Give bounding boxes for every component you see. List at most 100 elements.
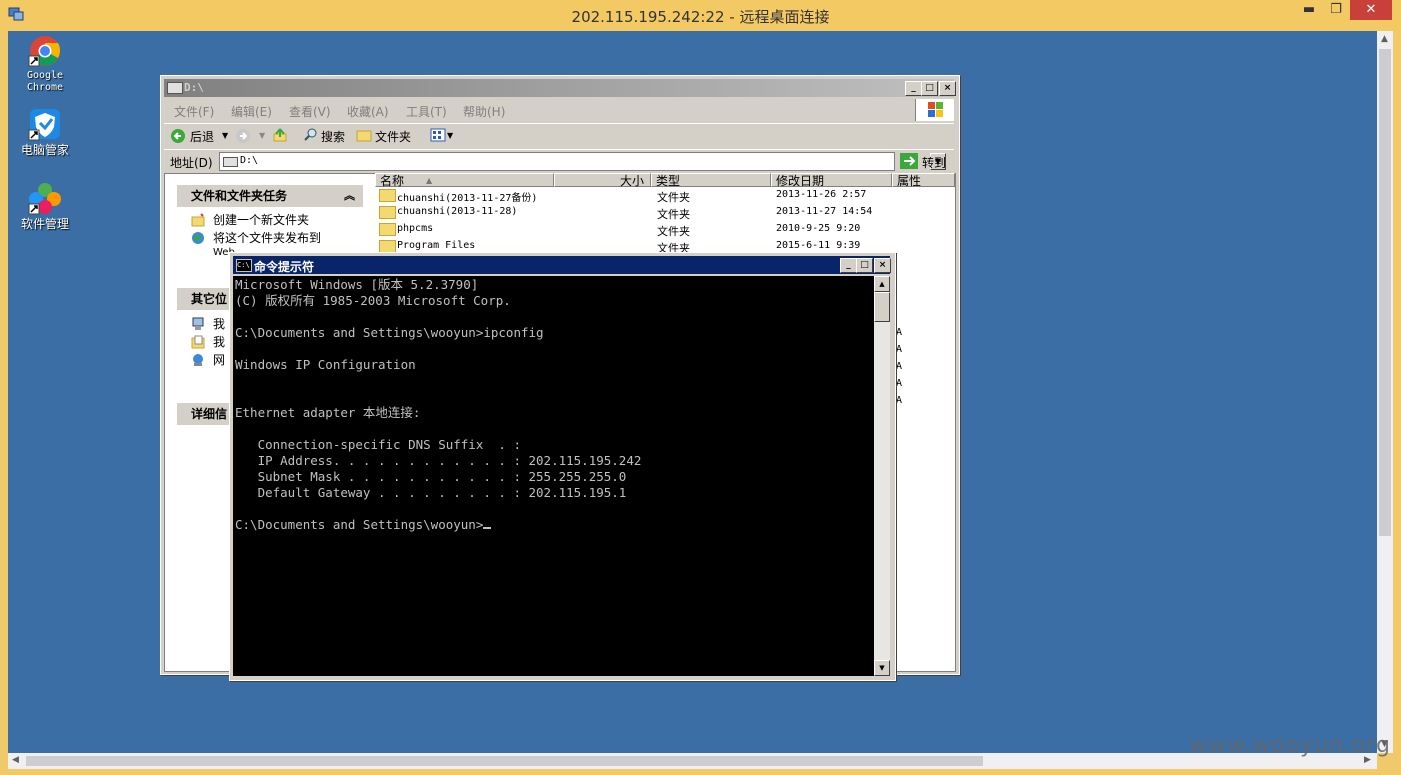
search-button[interactable]: 搜索 <box>321 128 345 145</box>
file-modified: 2013-11-27 14:54 <box>776 206 873 217</box>
file-modified: 2015-6-11 9:39 <box>776 240 861 251</box>
address-label: 地址(D) <box>170 156 213 170</box>
place-label: 我 <box>213 335 226 349</box>
file-attribute: A <box>896 378 903 389</box>
computer-icon <box>192 317 204 330</box>
chrome-icon <box>28 34 62 68</box>
cmd-close-button[interactable]: × <box>874 258 891 273</box>
views-icon[interactable] <box>430 128 446 142</box>
explorer-menubar: 文件(F) 编辑(E) 查看(V) 收藏(A) 工具(T) 帮助(H) <box>164 99 954 121</box>
rdp-close-button[interactable]: ✕ <box>1350 0 1392 20</box>
collapse-icon[interactable]: ︽ <box>344 185 355 207</box>
drive-icon <box>167 82 183 94</box>
file-modified: 2010-9-25 9:20 <box>776 223 861 234</box>
details-title: 详细信 <box>191 407 228 421</box>
search-icon <box>304 128 317 141</box>
minimize-button[interactable]: _ <box>905 81 922 96</box>
file-name: chuanshi(2013-11-28) <box>397 206 518 217</box>
file-row[interactable]: chuanshi(2013-11-28) 文件夹 2013-11-27 14:5… <box>375 205 957 222</box>
rdp-horizontal-scrollbar[interactable]: ◀ ▶ <box>8 753 1377 769</box>
go-arrow-icon <box>900 153 918 169</box>
up-folder-icon[interactable] <box>272 127 288 143</box>
cmd-maximize-button[interactable]: □ <box>856 258 873 273</box>
menu-view[interactable]: 查看(V) <box>289 103 331 120</box>
file-attribute: A <box>896 395 903 406</box>
column-name[interactable]: 名称 ▲ <box>375 173 554 188</box>
explorer-titlebar[interactable]: D:\ _ □ × <box>164 79 956 97</box>
rdp-vertical-scrollbar[interactable]: ▲ ▼ <box>1377 31 1393 753</box>
column-modified[interactable]: 修改日期 <box>771 173 892 188</box>
column-size[interactable]: 大小 <box>554 173 651 188</box>
scroll-up-icon[interactable]: ▲ <box>1381 34 1388 44</box>
documents-icon <box>191 335 205 349</box>
views-dropdown-icon[interactable]: ▼ <box>447 131 453 140</box>
desktop-icon-label: 电脑管家 <box>20 143 69 157</box>
menu-file[interactable]: 文件(F) <box>174 103 214 120</box>
back-button[interactable]: 后退 <box>190 128 214 145</box>
menu-favorites[interactable]: 收藏(A) <box>347 103 389 120</box>
sort-ascending-icon: ▲ <box>426 176 433 185</box>
column-type[interactable]: 类型 <box>651 173 771 188</box>
task-new-folder[interactable]: 创建一个新文件夹 <box>189 211 357 229</box>
folders-icon <box>356 130 372 142</box>
cmd-icon: C:\ <box>236 259 252 272</box>
rdp-window-title: 202.115.195.242:22 - 远程桌面连接 <box>571 8 830 26</box>
folders-button[interactable]: 文件夹 <box>375 128 411 145</box>
scroll-up-icon[interactable]: ▲ <box>874 276 890 292</box>
watermark: www.wooyun.org <box>1189 733 1391 758</box>
cmd-window[interactable]: C:\ 命令提示符 _ □ × Microsoft Windows [版本 5.… <box>229 252 896 681</box>
menu-edit[interactable]: 编辑(E) <box>231 103 272 120</box>
file-row[interactable]: phpcms 文件夹 2010-9-25 9:20 <box>375 222 957 239</box>
rdp-minimize-button[interactable]: ▬ <box>1296 0 1322 21</box>
menu-help[interactable]: 帮助(H) <box>463 103 505 120</box>
desktop-icon-label: Chrome <box>26 82 64 93</box>
desktop-icon-label: 软件管理 <box>20 217 69 231</box>
column-attributes[interactable]: 属性 <box>892 173 955 188</box>
desktop-icon-chrome[interactable]: Google Chrome <box>10 34 80 94</box>
file-attribute: A <box>896 327 903 338</box>
back-dropdown-icon[interactable]: ▼ <box>222 131 228 140</box>
file-name: Program Files <box>397 240 476 251</box>
cmd-vertical-scrollbar[interactable]: ▲ ▼ <box>874 276 890 676</box>
desktop-icon-pc-manager[interactable]: 电脑管家 <box>10 108 80 156</box>
place-label: 网 <box>213 353 226 367</box>
scroll-left-icon[interactable]: ◀ <box>12 755 19 765</box>
cmd-console[interactable]: Microsoft Windows [版本 5.2.3790] (C) 版权所有… <box>233 276 874 676</box>
task-label: 创建一个新文件夹 <box>213 213 310 227</box>
desktop-icon-software-manager[interactable]: 软件管理 <box>10 182 80 230</box>
explorer-toolbar: 后退 ▼ ▼ 搜索 文件夹 ▼ <box>164 123 954 148</box>
shield-icon <box>28 108 62 142</box>
forward-dropdown-icon[interactable]: ▼ <box>259 131 265 140</box>
cmd-titlebar[interactable]: C:\ 命令提示符 _ □ × <box>233 256 891 274</box>
other-places-title: 其它位 <box>191 292 228 306</box>
cmd-title: 命令提示符 <box>254 260 315 274</box>
explorer-title: D:\ <box>184 81 204 94</box>
close-button[interactable]: × <box>939 81 956 96</box>
file-name: phpcms <box>397 223 434 234</box>
maximize-button[interactable]: □ <box>921 81 938 96</box>
cmd-scroll-thumb[interactable] <box>874 292 890 322</box>
file-tasks-header[interactable]: 文件和文件夹任务 ︽ <box>177 185 363 207</box>
task-label: 将这个文件夹发布到 <box>213 231 322 245</box>
back-arrow-icon[interactable] <box>170 128 186 144</box>
rdp-restore-button[interactable]: ❐ <box>1323 0 1349 21</box>
file-name: chuanshi(2013-11-27备份) <box>397 193 538 204</box>
file-modified: 2013-11-26 2:57 <box>776 189 867 200</box>
globe-icon <box>192 232 204 244</box>
forward-arrow-icon[interactable] <box>235 128 251 144</box>
file-attribute: A <box>896 344 903 355</box>
menu-tools[interactable]: 工具(T) <box>406 103 447 120</box>
cmd-minimize-button[interactable]: _ <box>840 258 857 273</box>
cmd-cursor <box>483 527 492 529</box>
scroll-down-icon[interactable]: ▼ <box>874 660 890 676</box>
rdp-vscroll-thumb[interactable] <box>1379 49 1391 536</box>
folder-icon <box>379 189 396 202</box>
go-button[interactable]: 转到 <box>922 154 946 171</box>
file-type: 文件夹 <box>657 191 690 204</box>
address-input[interactable]: D:\ ▼ <box>219 152 946 171</box>
file-row[interactable]: chuanshi(2013-11-27备份) 文件夹 2013-11-26 2:… <box>375 188 957 205</box>
file-type: 文件夹 <box>657 225 690 238</box>
drive-icon <box>223 157 238 167</box>
rdp-hscroll-thumb[interactable] <box>26 756 983 766</box>
task-publish-web[interactable]: 将这个文件夹发布到 <box>189 229 357 247</box>
